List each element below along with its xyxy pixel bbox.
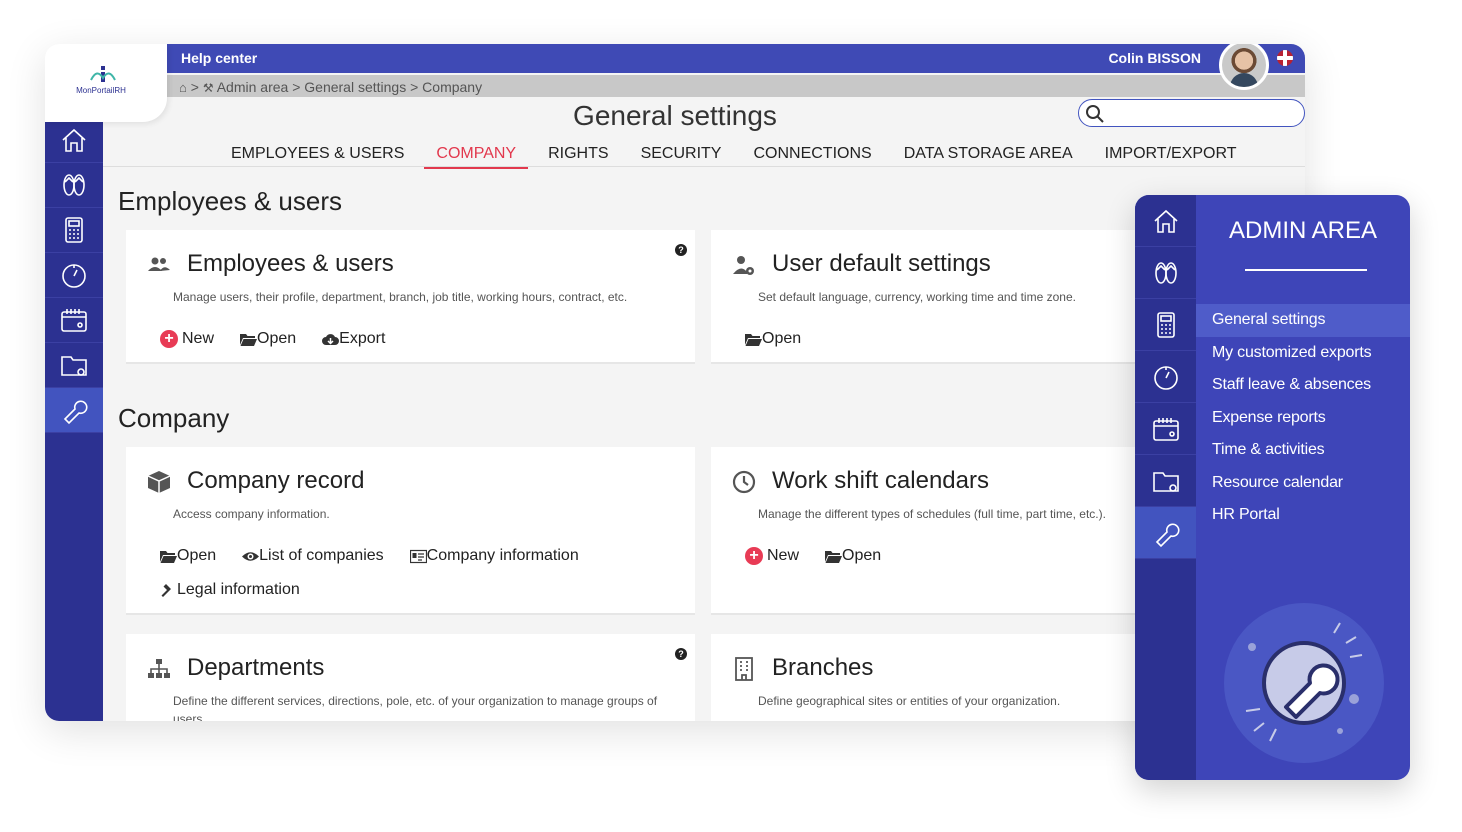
section-heading-company: Company bbox=[118, 403, 230, 433]
help-center-link[interactable]: Help center bbox=[181, 50, 257, 66]
nav-expenses[interactable] bbox=[45, 208, 103, 253]
card-departments: Departments ? Define the different servi… bbox=[126, 634, 695, 721]
wrench-illustration-icon bbox=[1224, 603, 1384, 763]
card-title: Departments bbox=[187, 654, 325, 681]
nav-time[interactable] bbox=[45, 253, 103, 298]
user-settings-icon bbox=[731, 252, 757, 278]
card-title: Employees & users bbox=[187, 250, 394, 277]
list-of-companies-button[interactable]: List of companies bbox=[242, 547, 384, 565]
top-bar: Help center Colin BISSON bbox=[167, 44, 1305, 73]
home-icon bbox=[1153, 209, 1178, 233]
search-icon bbox=[1086, 105, 1104, 123]
admin-menu-staff-leave[interactable]: Staff leave & absences bbox=[1196, 369, 1410, 402]
wrench-icon bbox=[1155, 523, 1179, 547]
nav-time[interactable] bbox=[1135, 351, 1196, 403]
building-icon bbox=[731, 656, 757, 682]
nav-portal[interactable] bbox=[1135, 455, 1196, 507]
open-button[interactable]: Open bbox=[240, 330, 296, 348]
admin-menu-hr-portal[interactable]: HR Portal bbox=[1196, 499, 1410, 532]
card-company-record: Company record Access company informatio… bbox=[126, 447, 695, 615]
admin-menu-expense-reports[interactable]: Expense reports bbox=[1196, 402, 1410, 435]
nav-portal[interactable] bbox=[45, 343, 103, 388]
cube-icon bbox=[146, 469, 172, 495]
flip-flops-icon bbox=[63, 174, 85, 196]
help-icon[interactable]: ? bbox=[675, 244, 687, 256]
stopwatch-icon bbox=[1153, 365, 1178, 390]
new-button[interactable]: + New bbox=[160, 330, 214, 348]
admin-menu: General settings My customized exports S… bbox=[1196, 304, 1410, 532]
logo-text: MonPortailRH bbox=[76, 86, 126, 95]
home-icon[interactable]: ⌂ bbox=[179, 80, 187, 95]
language-flag-icon[interactable] bbox=[1277, 50, 1293, 66]
card-title: User default settings bbox=[772, 250, 991, 277]
admin-menu-time-activities[interactable]: Time & activities bbox=[1196, 434, 1410, 467]
card-description: Manage users, their profile, department,… bbox=[173, 290, 628, 304]
calendar-icon bbox=[61, 309, 87, 332]
user-name[interactable]: Colin BISSON bbox=[1108, 50, 1201, 66]
legal-information-button[interactable]: Legal information bbox=[160, 581, 300, 599]
nav-calendar[interactable] bbox=[45, 298, 103, 343]
search-input[interactable] bbox=[1078, 99, 1305, 127]
users-icon bbox=[146, 252, 172, 278]
folder-open-icon bbox=[160, 550, 177, 563]
nav-leave[interactable] bbox=[1135, 247, 1196, 299]
org-chart-icon bbox=[146, 656, 172, 682]
wrench-icon: ⚒ bbox=[202, 81, 214, 95]
open-button[interactable]: Open bbox=[160, 547, 216, 565]
open-button[interactable]: Open bbox=[825, 547, 881, 565]
section-heading-employees: Employees & users bbox=[118, 186, 342, 216]
admin-menu-general-settings[interactable]: General settings bbox=[1196, 304, 1410, 337]
calendar-icon bbox=[1152, 417, 1179, 441]
main-window: MonPortailRH Help center Colin BISSON ⌂ bbox=[45, 44, 1305, 721]
breadcrumb-path[interactable]: Admin area > General settings > Company bbox=[217, 79, 482, 95]
nav-admin[interactable] bbox=[45, 388, 103, 433]
admin-sidebar bbox=[1135, 195, 1196, 780]
admin-menu-resource-calendar[interactable]: Resource calendar bbox=[1196, 467, 1410, 500]
folder-open-icon bbox=[240, 333, 258, 346]
card-title: Work shift calendars bbox=[772, 467, 989, 494]
nav-admin[interactable] bbox=[1135, 507, 1196, 559]
wrench-icon bbox=[63, 400, 88, 425]
card-title: Branches bbox=[772, 654, 874, 681]
gavel-icon bbox=[161, 583, 171, 597]
cloud-download-icon bbox=[322, 333, 340, 345]
flip-flops-icon bbox=[1154, 261, 1177, 284]
plus-icon: + bbox=[160, 330, 178, 348]
id-card-icon bbox=[409, 549, 427, 563]
eye-icon bbox=[242, 551, 260, 561]
nav-expenses[interactable] bbox=[1135, 299, 1196, 351]
calculator-icon bbox=[1156, 311, 1175, 338]
new-button[interactable]: + New bbox=[745, 547, 799, 565]
clock-icon bbox=[731, 469, 757, 495]
breadcrumb: ⌂ > ⚒ Admin area > General settings > Co… bbox=[167, 75, 1305, 97]
folder-icon bbox=[61, 356, 87, 376]
admin-title: ADMIN AREA bbox=[1228, 217, 1378, 244]
calculator-icon bbox=[65, 217, 83, 243]
tabs-divider bbox=[103, 166, 1305, 167]
help-icon[interactable]: ? bbox=[675, 648, 687, 660]
stopwatch-icon bbox=[62, 264, 86, 288]
nav-leave[interactable] bbox=[45, 163, 103, 208]
admin-menu-customized-exports[interactable]: My customized exports bbox=[1196, 337, 1410, 370]
nav-home[interactable] bbox=[1135, 195, 1196, 247]
card-employees-users: Employees & users ? Manage users, their … bbox=[126, 230, 695, 364]
left-sidebar bbox=[45, 118, 103, 721]
nav-calendar[interactable] bbox=[1135, 403, 1196, 455]
open-button[interactable]: Open bbox=[745, 330, 801, 348]
plus-icon: + bbox=[745, 547, 763, 565]
logo[interactable]: MonPortailRH bbox=[45, 44, 167, 122]
title-underline bbox=[1245, 269, 1367, 271]
card-title: Company record bbox=[187, 467, 365, 494]
breadcrumb-separator: > bbox=[190, 79, 199, 95]
logo-icon bbox=[90, 66, 116, 82]
company-information-button[interactable]: Company information bbox=[409, 547, 579, 565]
card-description: Access company information. bbox=[173, 507, 330, 521]
folder-open-icon bbox=[825, 550, 843, 563]
folder-icon bbox=[1152, 471, 1179, 492]
admin-area-panel: ADMIN AREA General settings My customize… bbox=[1135, 195, 1410, 780]
folder-open-icon bbox=[745, 333, 762, 346]
card-description: Define the different services, direction… bbox=[173, 694, 658, 721]
export-button[interactable]: Export bbox=[322, 330, 385, 348]
